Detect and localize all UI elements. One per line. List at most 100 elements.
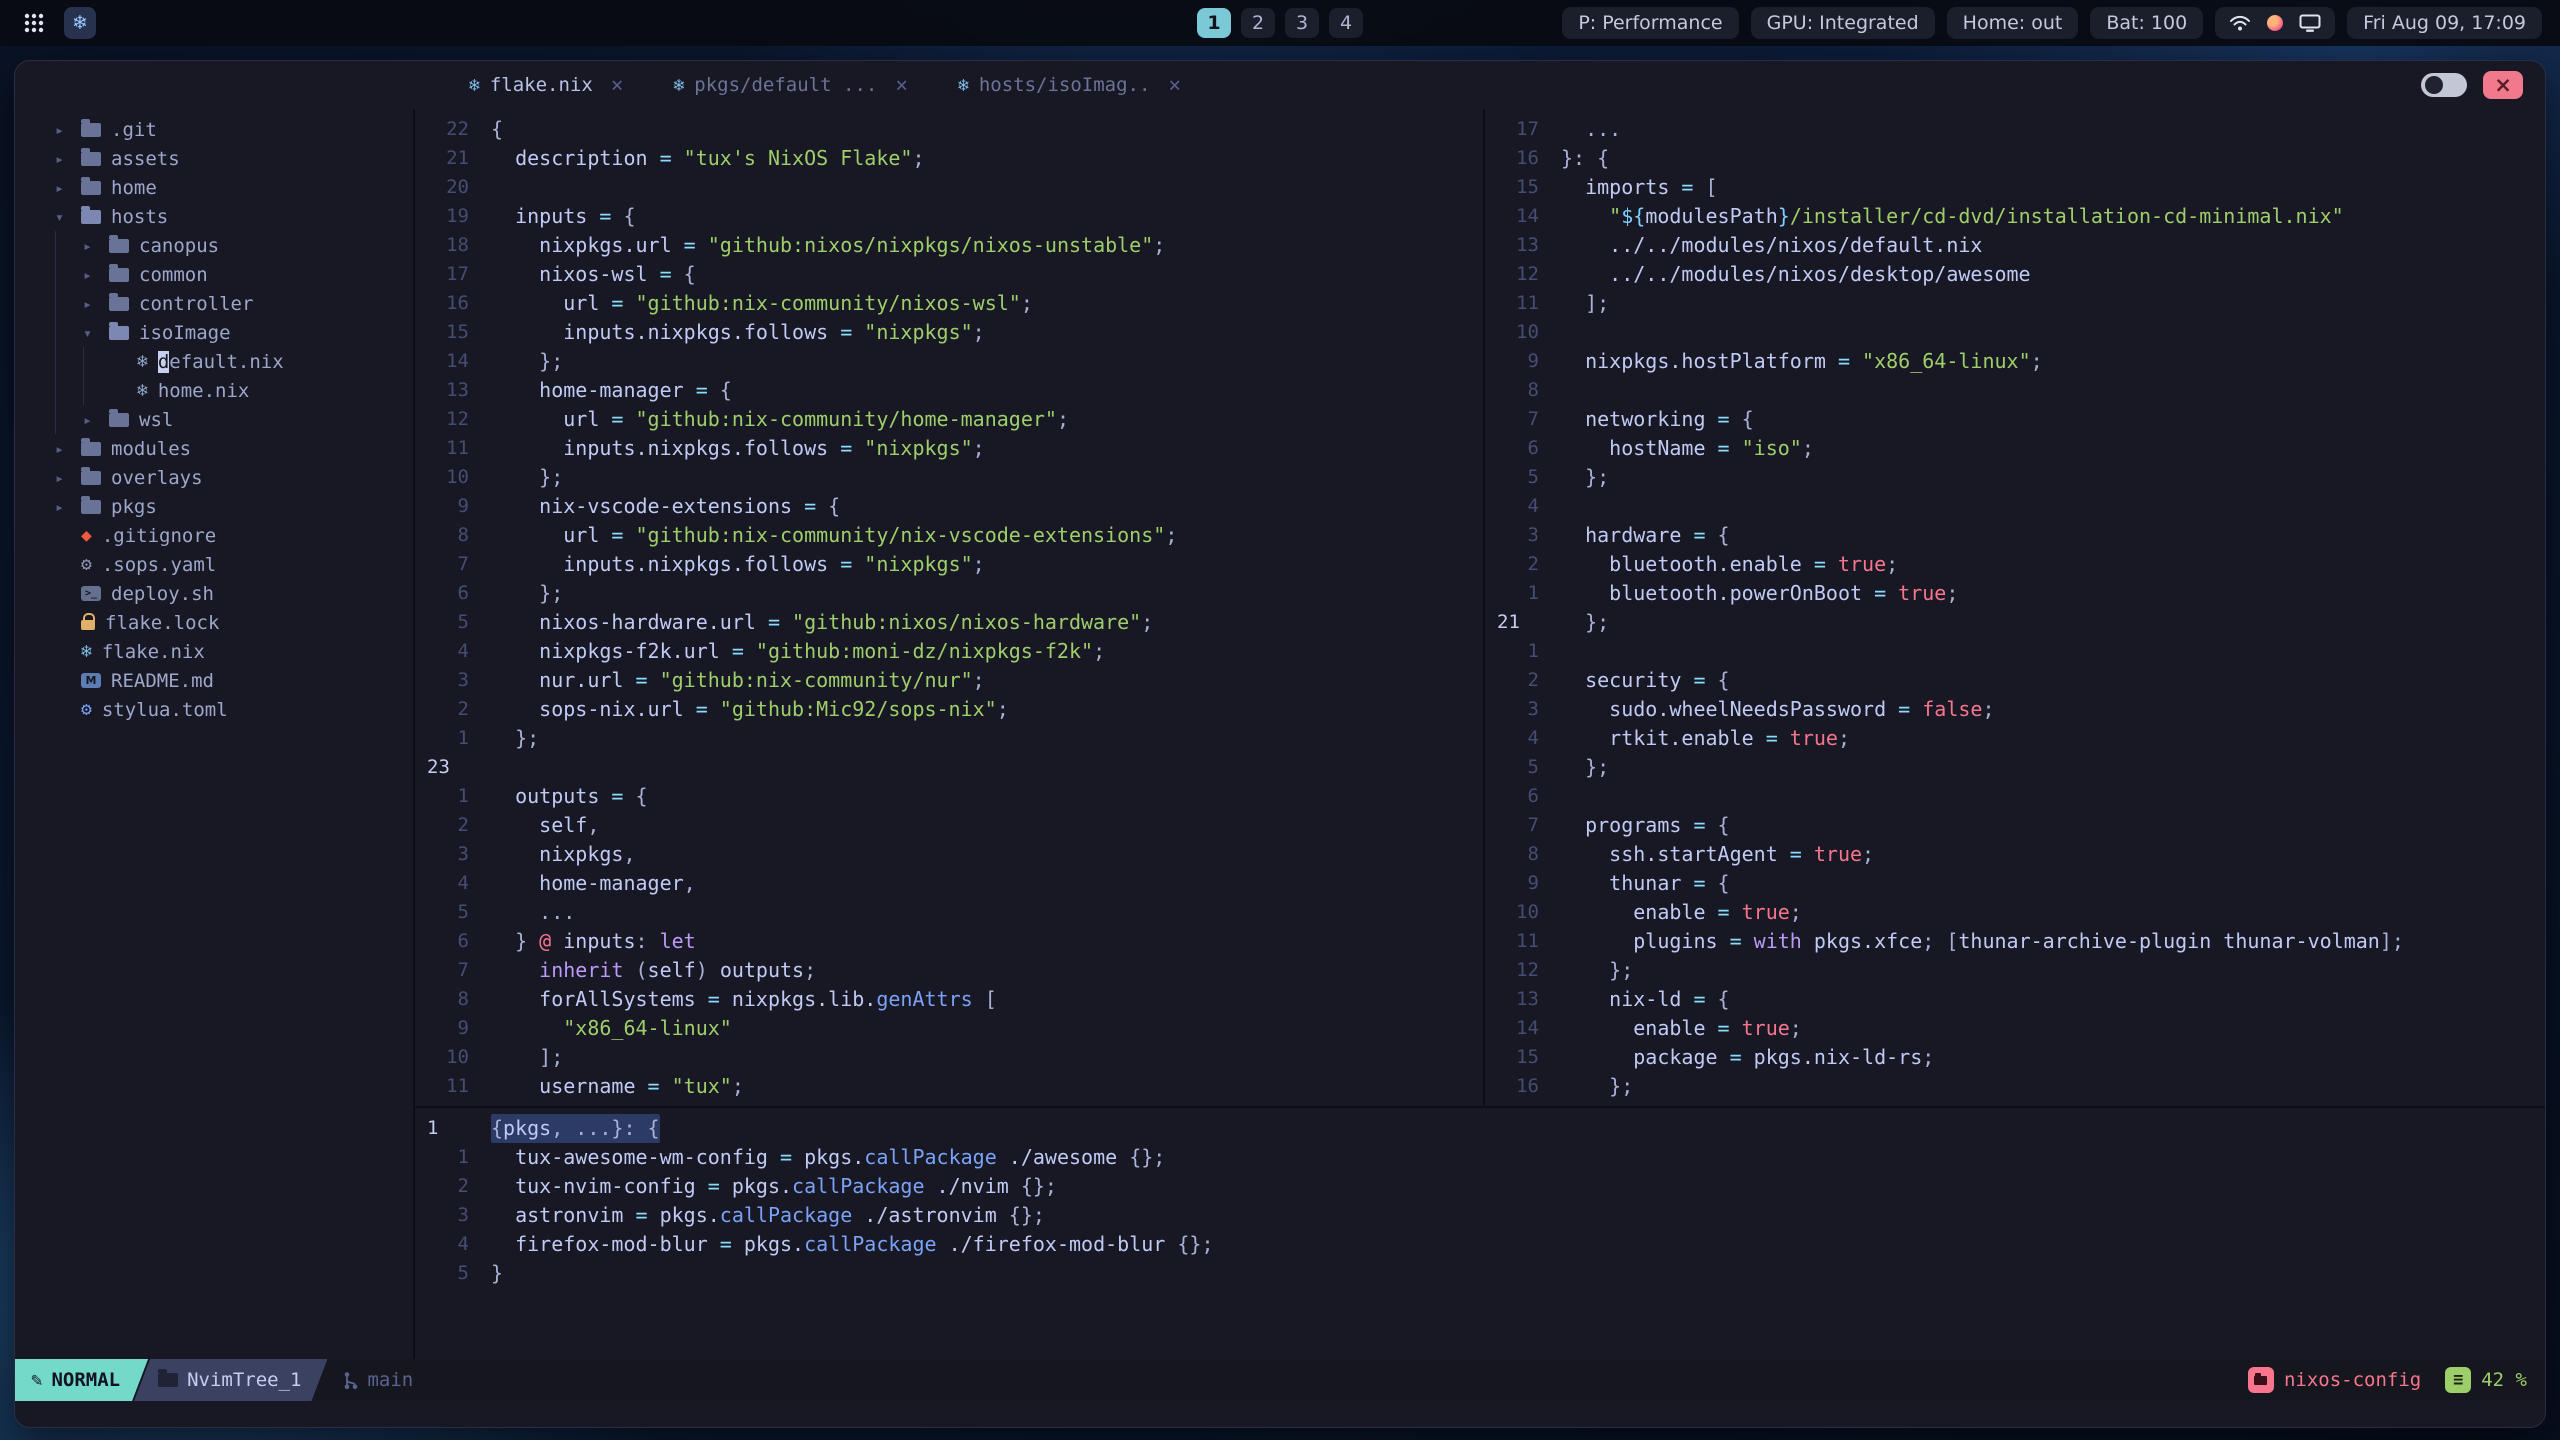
cursor: d — [157, 350, 170, 373]
line-number: 8 — [1527, 379, 1539, 401]
tree-item-deploy.sh[interactable]: >_ deploy.sh — [15, 579, 413, 608]
buffer-tab-flake.nix[interactable]: ❄ flake.nix × — [455, 61, 637, 109]
tree-item-label: overlays — [111, 466, 203, 489]
tab-close-icon[interactable]: × — [1168, 73, 1181, 97]
folder-icon — [109, 234, 129, 253]
editor-pane-pkgs[interactable]: 1 {pkgs, ...}: {1 tux-awesome-wm-config =… — [415, 1108, 2545, 1359]
code-line: 1 tux-awesome-wm-config = pkgs.callPacka… — [415, 1143, 2545, 1172]
tab-close-icon[interactable]: × — [895, 73, 908, 97]
tree-item-flake.lock[interactable]: flake.lock — [15, 608, 413, 637]
tree-item-label: deploy.sh — [111, 582, 214, 605]
code-text: }; — [1561, 755, 1610, 779]
line-number: 21 — [1497, 611, 1520, 633]
code-line: 12 ../../modules/nixos/desktop/awesome — [1485, 260, 2545, 289]
tab-close-icon[interactable]: × — [611, 73, 624, 97]
buffer-tab-hosts/isoImag..[interactable]: ❄ hosts/isoImag.. × — [944, 61, 1195, 109]
branch-name: main — [367, 1369, 414, 1391]
workspace-3[interactable]: 3 — [1285, 8, 1319, 38]
editor-pane-flake[interactable]: 22{21 description = "tux's NixOS Flake";… — [415, 109, 1485, 1106]
clock[interactable]: Fri Aug 09, 17:09 — [2347, 7, 2542, 39]
line-number: 3 — [1527, 698, 1539, 720]
line-number: 6 — [457, 930, 469, 952]
tab-label: hosts/isoImag.. — [978, 74, 1151, 96]
tree-item-stylua.toml[interactable]: ⚙ stylua.toml — [15, 695, 413, 724]
tree-item-flake.nix[interactable]: ❄ flake.nix — [15, 637, 413, 666]
code-line: 20 — [415, 173, 1483, 202]
tree-item-isoImage[interactable]: ▾ isoImage — [15, 318, 413, 347]
git-branch[interactable]: main — [327, 1359, 413, 1401]
chevron-right-icon: ▸ — [83, 236, 93, 255]
statusline: ✎ NORMAL NvimTree_1 main nixos-config ≡ … — [15, 1359, 2545, 1401]
code-text: } @ inputs: let — [491, 929, 696, 953]
code-line: 21 description = "tux's NixOS Flake"; — [415, 144, 1483, 173]
tree-item-hosts[interactable]: ▾ hosts — [15, 202, 413, 231]
tree-item-README.md[interactable]: M README.md — [15, 666, 413, 695]
code-text: }; — [491, 581, 564, 605]
folder-icon — [81, 147, 101, 166]
code-text: }; — [491, 349, 564, 373]
tree-item-wsl[interactable]: ▸ wsl — [15, 405, 413, 434]
line-number: 1 — [1527, 640, 1539, 662]
code-text: home-manager = { — [491, 378, 732, 402]
line-number: 1 — [457, 1146, 469, 1168]
status-pill-3[interactable]: Bat: 100 — [2090, 7, 2204, 39]
code-line: 15 imports = [ — [1485, 173, 2545, 202]
line-number: 4 — [457, 872, 469, 894]
line-number: 7 — [1527, 814, 1539, 836]
tree-item-label: flake.nix — [101, 640, 205, 663]
workspace-2[interactable]: 2 — [1241, 8, 1275, 38]
window-close-button[interactable]: × — [2483, 71, 2523, 99]
apps-grid-icon — [24, 13, 44, 33]
git-icon: ◆ — [81, 524, 92, 546]
window-toggle-button[interactable] — [2421, 73, 2467, 97]
tree-item-.git[interactable]: ▸ .git — [15, 115, 413, 144]
status-pill-0[interactable]: P: Performance — [1562, 7, 1739, 39]
tree-item-pkgs[interactable]: ▸ pkgs — [15, 492, 413, 521]
code-text: bluetooth.enable = true; — [1561, 552, 1899, 576]
line-number: 9 — [457, 495, 469, 517]
editor-pane-iso[interactable]: 17 ... 16}: {15 imports = [14 "${modulesP… — [1485, 109, 2545, 1106]
tree-item-label: default.nix — [157, 350, 284, 373]
chevron-down-icon: ▾ — [55, 207, 65, 226]
code-line: 2 sops-nix.url = "github:Mic92/sops-nix"… — [415, 695, 1483, 724]
tree-item-assets[interactable]: ▸ assets — [15, 144, 413, 173]
line-number: 6 — [1527, 785, 1539, 807]
app-launcher-button[interactable] — [18, 7, 50, 39]
line-number: 5 — [457, 1262, 469, 1284]
tray-pill[interactable] — [2215, 7, 2336, 39]
buffer-tab-pkgs/default ...[interactable]: ❄ pkgs/default ... × — [659, 61, 922, 109]
code-line: 6 }; — [415, 579, 1483, 608]
line-number: 1 — [457, 727, 469, 749]
tree-item-modules[interactable]: ▸ modules — [15, 434, 413, 463]
tree-item-canopus[interactable]: ▸ canopus — [15, 231, 413, 260]
tree-item-overlays[interactable]: ▸ overlays — [15, 463, 413, 492]
tree-item-home.nix[interactable]: ❄ home.nix — [15, 376, 413, 405]
mode-label: NORMAL — [51, 1369, 121, 1391]
file-tree[interactable]: ▸ .git ▸ assets ▸ home ▾ hosts ▸ canopus ▸ common ▸ c… — [15, 109, 415, 1359]
indent-guide — [55, 231, 83, 260]
code-line: 15 inputs.nixpkgs.follows = "nixpkgs"; — [415, 318, 1483, 347]
code-line: 6 — [1485, 782, 2545, 811]
tree-item-.gitignore[interactable]: ◆ .gitignore — [15, 521, 413, 550]
tree-item-.sops.yaml[interactable]: ⚙ .sops.yaml — [15, 550, 413, 579]
line-number: 16 — [446, 292, 469, 314]
workspace-4[interactable]: 4 — [1329, 8, 1363, 38]
tabline: ❄ flake.nix × ❄ pkgs/default ... × ❄ hosts/isoI… — [15, 61, 2545, 109]
code-line: 2 bluetooth.enable = true; — [1485, 550, 2545, 579]
line-number: 4 — [1527, 727, 1539, 749]
command-line[interactable] — [15, 1401, 2545, 1427]
line-number: 8 — [457, 988, 469, 1010]
tree-item-controller[interactable]: ▸ controller — [15, 289, 413, 318]
status-pill-2[interactable]: Home: out — [1946, 7, 2079, 39]
code-text: }; — [1561, 958, 1634, 982]
indent-guide — [55, 260, 83, 289]
tree-item-default.nix[interactable]: ❄ default.nix — [15, 347, 413, 376]
workspace-1[interactable]: 1 — [1197, 8, 1231, 38]
status-pill-1[interactable]: GPU: Integrated — [1750, 7, 1935, 39]
nix-logo-icon[interactable]: ❄ — [64, 7, 96, 39]
tree-item-home[interactable]: ▸ home — [15, 173, 413, 202]
code-text: astronvim = pkgs.callPackage ./astronvim… — [491, 1203, 1045, 1227]
code-text: rtkit.enable = true; — [1561, 726, 1850, 750]
code-line: 11 ]; — [1485, 289, 2545, 318]
tree-item-common[interactable]: ▸ common — [15, 260, 413, 289]
